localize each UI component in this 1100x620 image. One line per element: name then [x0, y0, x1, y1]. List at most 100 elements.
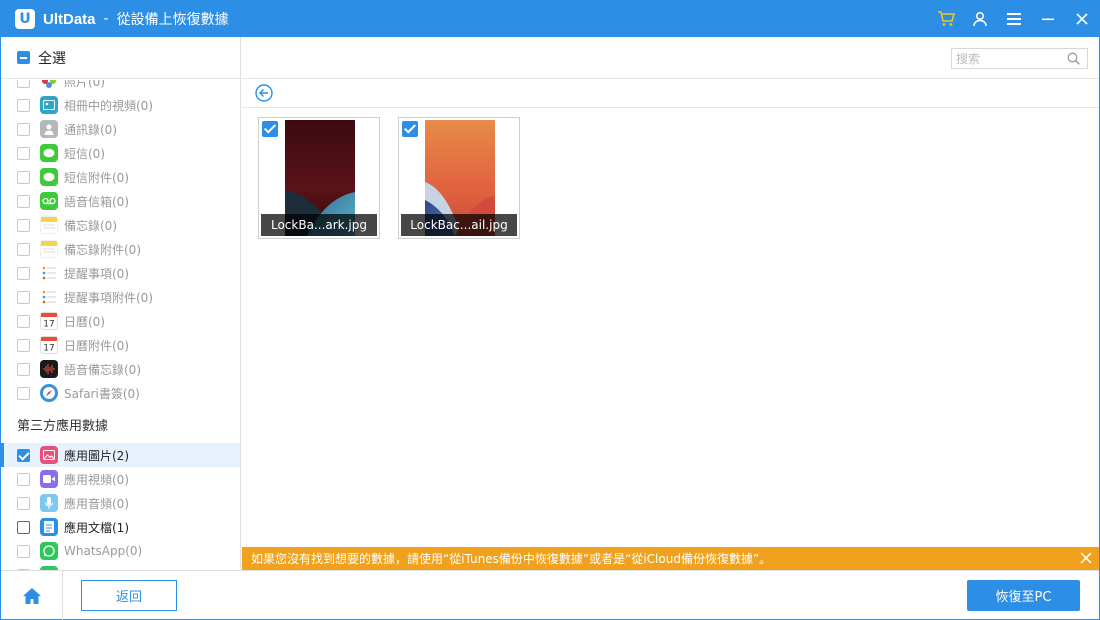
- checkbox[interactable]: [17, 386, 30, 400]
- sidebar-item-notes[interactable]: 備忘錄(0): [1, 213, 240, 237]
- sidebar-item-voicemail[interactable]: 語音信箱(0): [1, 189, 240, 213]
- checkbox[interactable]: [17, 290, 30, 304]
- album-video-icon: [40, 96, 58, 114]
- sidebar-item-reminders[interactable]: 提醒事項(0): [1, 261, 240, 285]
- sidebar-item-notes-attachments[interactable]: 備忘錄附件(0): [1, 237, 240, 261]
- category-sidebar: 全選 照片(0) 相冊中的視頻(0) 通訊錄(0) 短信(0) 短信附件(0) …: [1, 37, 241, 570]
- select-all-row[interactable]: 全選: [1, 37, 240, 79]
- banner-text: 如果您沒有找到想要的數據，請使用“從iTunes備份中恢復數據”或者是“從iCl…: [251, 552, 772, 566]
- checkbox[interactable]: [17, 146, 30, 160]
- sidebar-item-label: 備忘錄(0): [64, 218, 117, 233]
- svg-text:17: 17: [43, 320, 54, 330]
- main-content: LockBa...ark.jpg Lock: [242, 37, 1099, 570]
- sidebar-item-calendar-attachments[interactable]: 17 日曆附件(0): [1, 333, 240, 357]
- sidebar-item-label: 日曆(0): [64, 314, 105, 329]
- sidebar-item-label: 日曆附件(0): [64, 338, 129, 353]
- sidebar-item-app-photos[interactable]: 應用圖片(2): [1, 443, 240, 467]
- file-grid: LockBa...ark.jpg LockBac...ail.jpg: [258, 117, 520, 239]
- user-icon[interactable]: [963, 1, 997, 37]
- sidebar-item-label: WhatsApp(0): [64, 544, 143, 558]
- select-all-label: 全選: [38, 50, 66, 67]
- app-audio-icon: [40, 494, 58, 512]
- sidebar-item-label: 提醒事項附件(0): [64, 290, 153, 305]
- checkbox[interactable]: [17, 218, 30, 232]
- sidebar-item-label: 應用音頻(0): [64, 496, 129, 511]
- search-input[interactable]: [952, 49, 1062, 68]
- main-toolbar: [242, 37, 1099, 79]
- sidebar-item-voice-memos[interactable]: 語音備忘錄(0): [1, 357, 240, 381]
- recover-to-pc-button[interactable]: 恢復至PC: [967, 580, 1080, 611]
- sidebar-item-photos[interactable]: 照片(0): [1, 80, 240, 93]
- back-button[interactable]: 返回: [81, 580, 177, 611]
- sidebar-item-label: 短信(0): [64, 146, 105, 161]
- sidebar-item-more[interactable]: [1, 563, 240, 570]
- sidebar-item-label: 備忘錄附件(0): [64, 242, 141, 257]
- checkbox-checked[interactable]: [17, 448, 30, 462]
- sidebar-item-messages[interactable]: 短信(0): [1, 141, 240, 165]
- sidebar-item-label: Safari書簽(0): [64, 386, 140, 401]
- sidebar-item-app-documents[interactable]: 應用文檔(1): [1, 515, 240, 539]
- checkbox[interactable]: [17, 242, 30, 256]
- sidebar-item-safari-bookmarks[interactable]: Safari書簽(0): [1, 381, 240, 405]
- title-bar: U UltData - 從設備上恢復數據: [1, 1, 1099, 37]
- search-box[interactable]: [951, 48, 1088, 69]
- sidebar-item-contacts[interactable]: 通訊錄(0): [1, 117, 240, 141]
- checkbox[interactable]: [17, 314, 30, 328]
- file-thumbnail[interactable]: LockBac...ail.jpg: [398, 117, 520, 239]
- checkbox[interactable]: [17, 194, 30, 208]
- checkbox[interactable]: [17, 98, 30, 112]
- back-arrow-icon[interactable]: [255, 84, 273, 102]
- close-icon[interactable]: [1065, 1, 1099, 37]
- sidebar-item-app-video[interactable]: 應用視頻(0): [1, 467, 240, 491]
- file-thumbnail[interactable]: LockBa...ark.jpg: [258, 117, 380, 239]
- home-button[interactable]: [1, 571, 63, 620]
- sidebar-item-label: 語音信箱(0): [64, 194, 129, 209]
- checkbox[interactable]: [17, 80, 30, 88]
- app-logo-icon: U: [15, 9, 35, 29]
- sidebar-item-reminders-attachments[interactable]: 提醒事項附件(0): [1, 285, 240, 309]
- notes-attachment-icon: [40, 240, 58, 258]
- checkbox[interactable]: [17, 170, 30, 184]
- menu-icon[interactable]: [997, 1, 1031, 37]
- sidebar-item-label: 應用文檔(1): [64, 520, 129, 535]
- sidebar-item-message-attachments[interactable]: 短信附件(0): [1, 165, 240, 189]
- app-window: U UltData - 從設備上恢復數據 全選 照片(0) 相冊中的視頻(0) …: [0, 0, 1100, 620]
- sidebar-item-app-audio[interactable]: 應用音頻(0): [1, 491, 240, 515]
- sidebar-item-whatsapp[interactable]: WhatsApp(0): [1, 539, 240, 563]
- sidebar-item-label: 照片(0): [64, 80, 105, 89]
- banner-close-icon[interactable]: [1079, 551, 1093, 565]
- sidebar-item-calendar[interactable]: 17 日曆(0): [1, 309, 240, 333]
- sidebar-item-label: 提醒事項(0): [64, 266, 129, 281]
- checkbox[interactable]: [17, 472, 30, 486]
- messages-icon: [40, 144, 58, 162]
- home-icon: [22, 587, 41, 604]
- notes-icon: [40, 216, 58, 234]
- sidebar-item-label: 短信附件(0): [64, 170, 129, 185]
- file-checkbox-checked[interactable]: [402, 121, 418, 137]
- sidebar-item-album-video[interactable]: 相冊中的視頻(0): [1, 93, 240, 117]
- sidebar-item-label: 應用圖片(2): [64, 448, 129, 463]
- checkbox[interactable]: [17, 362, 30, 376]
- reminders-attachment-icon: [40, 288, 58, 306]
- contacts-icon: [40, 120, 58, 138]
- checkbox[interactable]: [17, 338, 30, 352]
- select-all-checkbox[interactable]: [17, 51, 30, 64]
- bottom-bar: 返回 恢復至PC: [1, 570, 1099, 620]
- checkbox[interactable]: [17, 520, 30, 534]
- checkbox[interactable]: [17, 122, 30, 136]
- whatsapp-icon: [40, 542, 58, 560]
- minimize-icon[interactable]: [1031, 1, 1065, 37]
- file-checkbox-checked[interactable]: [262, 121, 278, 137]
- title-bar-controls: [929, 1, 1099, 37]
- checkbox[interactable]: [17, 544, 30, 558]
- checkbox[interactable]: [17, 266, 30, 280]
- sidebar-item-label: 應用視頻(0): [64, 472, 129, 487]
- cart-icon[interactable]: [929, 1, 963, 37]
- category-list[interactable]: 照片(0) 相冊中的視頻(0) 通訊錄(0) 短信(0) 短信附件(0) 語音信…: [1, 80, 240, 570]
- search-icon[interactable]: [1062, 49, 1084, 68]
- calendar-attachment-icon: 17: [40, 336, 58, 354]
- app-photos-icon: [40, 446, 58, 464]
- checkbox[interactable]: [17, 496, 30, 510]
- title-separator: -: [103, 11, 109, 27]
- app-video-icon: [40, 470, 58, 488]
